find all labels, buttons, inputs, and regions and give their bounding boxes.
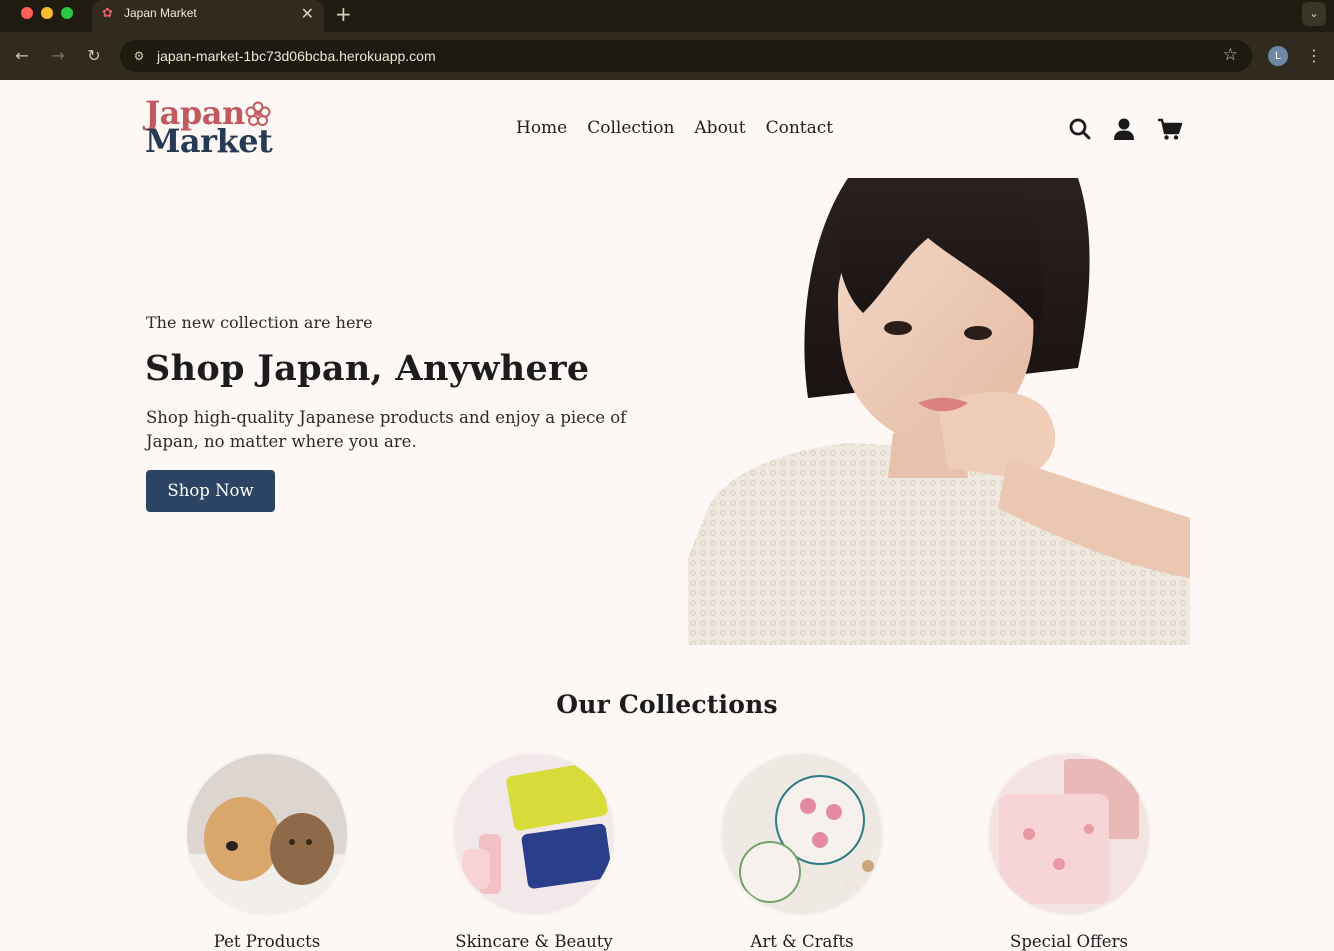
tab-title: Japan Market [124, 6, 197, 20]
pet-products-image [187, 754, 347, 914]
logo-text-market: Market [145, 122, 273, 160]
main-nav: Home Collection About Contact [516, 118, 833, 138]
tab-search-button[interactable]: ⌄ [1302, 2, 1326, 26]
maximize-window-button[interactable] [61, 7, 73, 19]
nav-collection[interactable]: Collection [587, 118, 674, 138]
tab-strip: ✿ Japan Market ✕ + ⌄ [0, 0, 1334, 32]
new-tab-button[interactable]: + [335, 2, 352, 26]
user-icon[interactable] [1111, 116, 1137, 142]
nav-contact[interactable]: Contact [766, 118, 834, 138]
hero-model-photo [688, 178, 1190, 645]
skincare-beauty-image [454, 754, 614, 914]
nav-home[interactable]: Home [516, 118, 567, 138]
sakura-icon [245, 101, 271, 126]
url-text[interactable]: japan-market-1bc73d06bcba.herokuapp.com [157, 48, 436, 64]
collection-label: Skincare & Beauty [455, 932, 613, 951]
art-crafts-image [722, 754, 882, 914]
bookmark-star-icon[interactable]: ☆ [1223, 45, 1238, 65]
window-controls [21, 7, 73, 19]
page: Japan Market Home Collection About Conta… [0, 80, 1334, 951]
collection-pet-products[interactable]: Pet Products [147, 754, 387, 951]
flower-favicon-icon: ✿ [102, 6, 113, 21]
back-button[interactable]: ← [11, 45, 33, 67]
cart-icon[interactable] [1157, 116, 1183, 142]
tab-close-icon[interactable]: ✕ [301, 4, 314, 23]
special-offers-image [989, 754, 1149, 914]
hero-eyebrow: The new collection are here [146, 313, 373, 332]
profile-avatar[interactable]: L [1268, 46, 1288, 66]
minimize-window-button[interactable] [41, 7, 53, 19]
nav-about[interactable]: About [694, 118, 745, 138]
browser-chrome: ✿ Japan Market ✕ + ⌄ ← → ↻ ⚙ japan-marke… [0, 0, 1334, 80]
browser-menu-icon[interactable]: ⋮ [1304, 44, 1324, 68]
hero-title: Shop Japan, Anywhere [145, 348, 590, 389]
forward-button[interactable]: → [47, 45, 69, 67]
address-bar[interactable]: ⚙ japan-market-1bc73d06bcba.herokuapp.co… [120, 40, 1252, 72]
shop-now-button[interactable]: Shop Now [146, 470, 275, 512]
site-info-icon[interactable]: ⚙ [129, 46, 149, 66]
collection-art-crafts[interactable]: Art & Crafts [682, 754, 922, 951]
close-window-button[interactable] [21, 7, 33, 19]
collection-label: Special Offers [1010, 932, 1128, 951]
site-logo[interactable]: Japan Market [145, 96, 275, 160]
collection-skincare-beauty[interactable]: Skincare & Beauty [414, 754, 654, 951]
collection-label: Art & Crafts [750, 932, 854, 951]
collection-label: Pet Products [213, 932, 321, 951]
collection-special-offers[interactable]: Special Offers [949, 754, 1189, 951]
search-icon[interactable] [1067, 116, 1093, 142]
collections-title: Our Collections [556, 690, 778, 719]
reload-button[interactable]: ↻ [83, 45, 105, 67]
browser-tab[interactable]: ✿ Japan Market ✕ [92, 0, 324, 32]
hero-description: Shop high-quality Japanese products and … [146, 408, 627, 451]
